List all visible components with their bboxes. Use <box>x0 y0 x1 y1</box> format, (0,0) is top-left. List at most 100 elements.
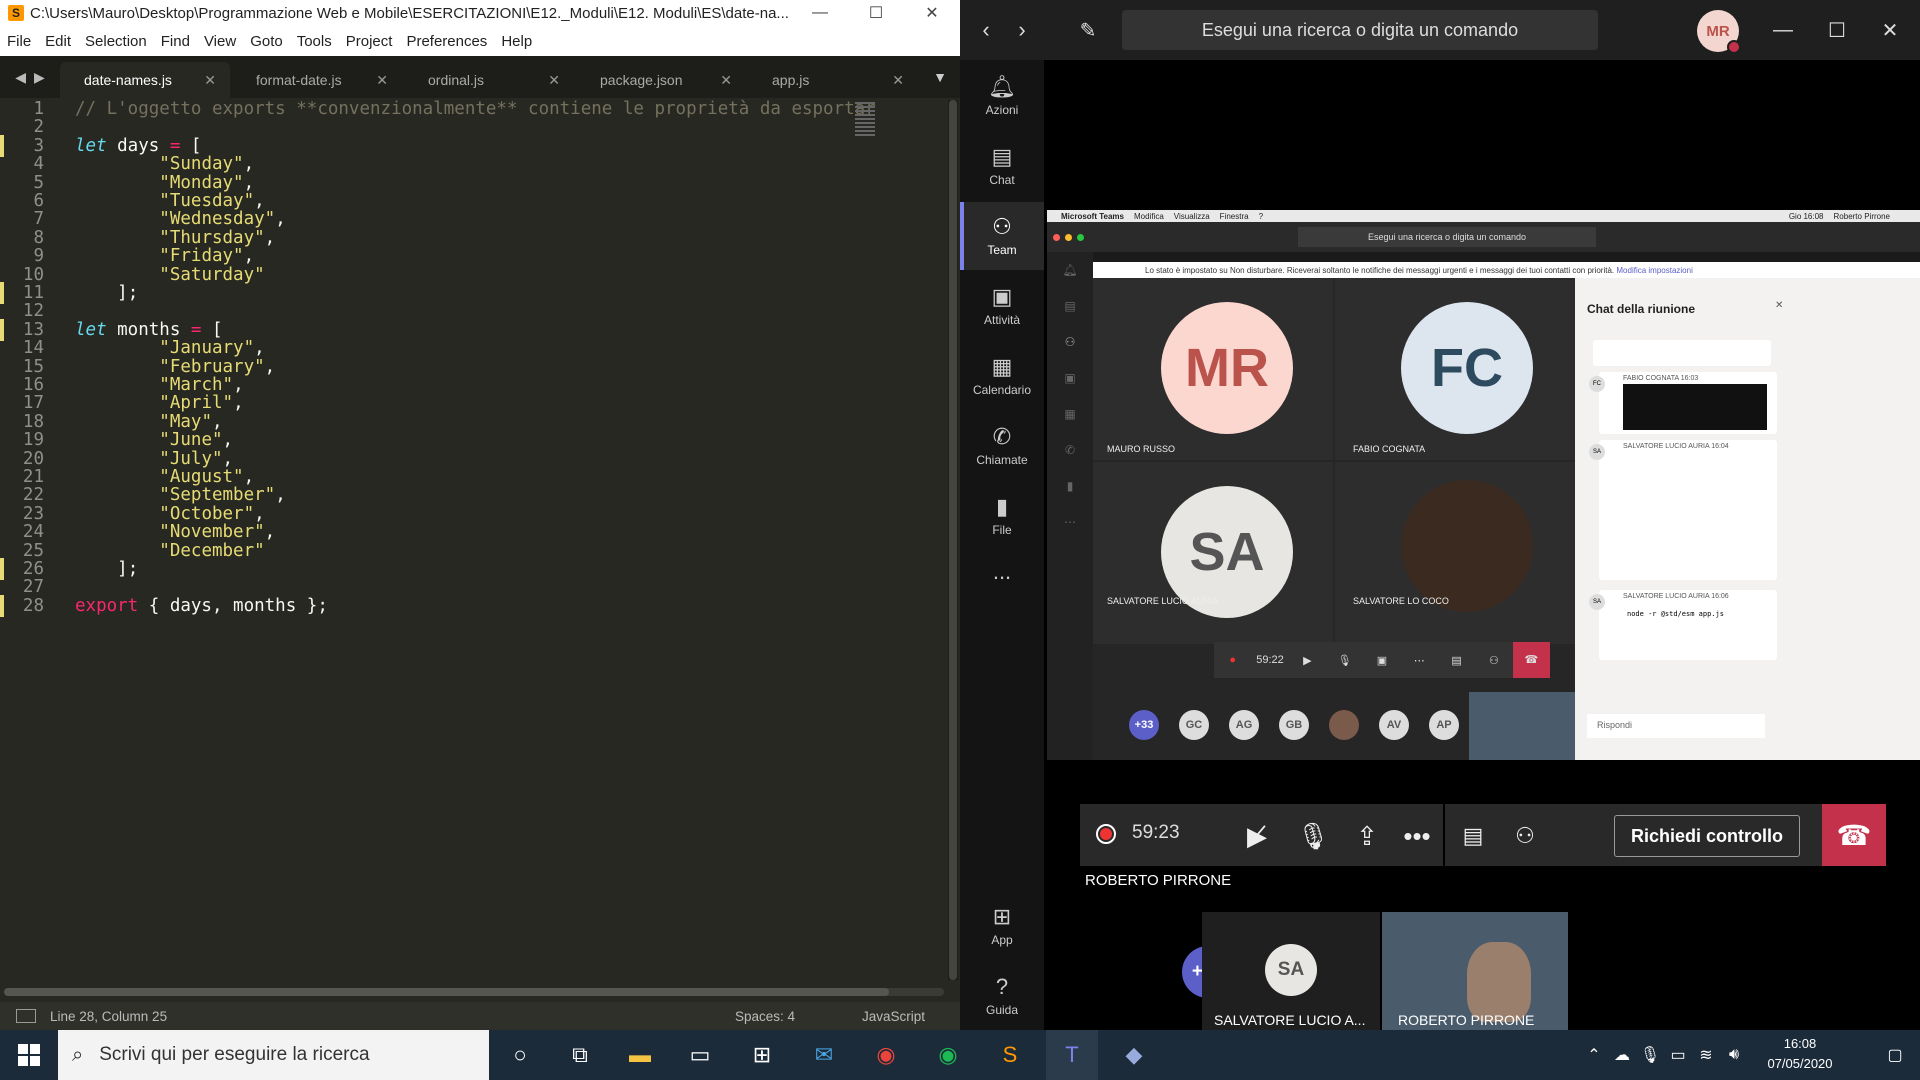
minimap[interactable] <box>855 100 875 170</box>
tab-nav[interactable]: ◀ ▶ <box>0 56 60 98</box>
mic-tray-icon[interactable]: 🎙︎ <box>1636 1045 1664 1065</box>
tab-next-icon[interactable]: ▶ <box>34 69 45 86</box>
close-button[interactable]: ✕ <box>904 0 960 26</box>
shared-screen[interactable]: Microsoft Teams Modifica Visualizza Fine… <box>1047 210 1920 760</box>
rail-calls[interactable]: ✆ Chiamate <box>960 412 1044 480</box>
vertical-scrollbar[interactable] <box>948 100 958 980</box>
teams-icon[interactable]: T <box>1046 1030 1098 1080</box>
rail-more[interactable]: ... <box>960 552 1044 592</box>
mail-icon[interactable]: ✉ <box>798 1030 850 1080</box>
participant-video-rp[interactable]: ROBERTO PIRRONE <box>1382 912 1568 1030</box>
tab-prev-icon[interactable]: ◀ <box>15 69 26 86</box>
participant-tile: SALVATORE LO COCO <box>1335 462 1575 644</box>
menu-edit[interactable]: Edit <box>38 33 78 50</box>
close-tab-icon[interactable]: ✕ <box>720 72 732 89</box>
more-actions-icon[interactable]: ••• <box>1394 816 1440 856</box>
horizontal-scrollbar[interactable] <box>4 988 944 996</box>
participant-name: MAURO RUSSO <box>1107 444 1176 454</box>
menu-help[interactable]: Help <box>494 33 539 50</box>
rail-activity[interactable]: 🔔︎ Azioni <box>960 62 1044 130</box>
sublime-icon[interactable]: S <box>984 1030 1036 1080</box>
back-icon[interactable]: ‹ <box>968 17 1004 43</box>
menu-find[interactable]: Find <box>154 33 197 50</box>
taskbar-search[interactable]: ⌕ Scrivi qui per eseguire la ricerca <box>58 1030 489 1080</box>
menu-preferences[interactable]: Preferences <box>399 33 494 50</box>
tab-ordinal[interactable]: ordinal.js ✕ <box>404 62 574 98</box>
wifi-icon[interactable]: ≋ <box>1692 1045 1720 1065</box>
rail-assignments[interactable]: ▣ Attività <box>960 272 1044 340</box>
close-tab-icon[interactable]: ✕ <box>376 72 388 89</box>
rail-label: App <box>991 933 1013 947</box>
menu-tools[interactable]: Tools <box>290 33 339 50</box>
close-tab-icon[interactable]: ✕ <box>548 72 560 89</box>
cortana-icon[interactable]: ○ <box>494 1030 546 1080</box>
file-explorer-icon[interactable]: ▬ <box>614 1030 666 1080</box>
rail-teams[interactable]: ⚇ Team <box>960 202 1044 270</box>
chat-author: FABIO COGNATA <box>1623 375 1679 382</box>
tray-overflow-icon[interactable]: ⌃ <box>1580 1045 1608 1065</box>
spotify-icon[interactable]: ◉ <box>922 1030 974 1080</box>
chat-avatar: FC <box>1589 376 1605 392</box>
menu-project[interactable]: Project <box>339 33 400 50</box>
menu-selection[interactable]: Selection <box>78 33 154 50</box>
tab-list-icon[interactable]: ▼ <box>920 56 960 98</box>
chrome-icon[interactable]: ◉ <box>860 1030 912 1080</box>
rail-label: Guida <box>985 1003 1019 1017</box>
roster-more: +33 <box>1129 710 1159 740</box>
menu-view[interactable]: View <box>197 33 243 50</box>
menu-goto[interactable]: Goto <box>243 33 290 50</box>
maximize-button[interactable]: ☐ <box>848 0 904 26</box>
chat-message: SA SALVATORE LUCIO AURIA 16:06 node -r @… <box>1589 590 1777 660</box>
store-icon[interactable]: ⊞ <box>736 1030 788 1080</box>
participant-tile-sa[interactable]: SA SALVATORE LUCIO A... <box>1202 912 1380 1030</box>
menu-file[interactable]: File <box>0 33 38 50</box>
participants-icon[interactable]: ⚇ <box>1502 816 1548 856</box>
sublime-titlebar: S C:\Users\Mauro\Desktop\Programmazione … <box>0 0 960 26</box>
user-avatar[interactable]: MR <box>1697 10 1741 54</box>
share-screen-icon[interactable]: ⇪ <box>1344 816 1390 856</box>
taskbar-clock[interactable]: 16:08 07/05/2020 <box>1760 1034 1840 1074</box>
request-control-button[interactable]: Richiedi controllo <box>1614 815 1800 857</box>
volume-icon[interactable]: 🔊︎ <box>1720 1046 1748 1064</box>
task-view-icon[interactable]: ⧉ <box>554 1030 606 1080</box>
battery-icon[interactable]: ▭ <box>1664 1045 1692 1065</box>
close-button[interactable]: ✕ <box>1865 8 1915 52</box>
new-chat-icon[interactable]: ✎ <box>1058 18 1118 43</box>
rail-files[interactable]: ▮ File <box>960 482 1044 550</box>
chat-screenshot <box>1623 384 1767 430</box>
bell-icon: 🔔︎ <box>1062 263 1078 277</box>
chat-toggle-icon[interactable]: ▤ <box>1450 816 1496 856</box>
syntax-mode[interactable]: JavaScript <box>862 1009 960 1024</box>
tab-package-json[interactable]: package.json ✕ <box>576 62 746 98</box>
notepad-icon[interactable]: ◆ <box>1108 1030 1160 1080</box>
rail-calendar[interactable]: ▦ Calendario <box>960 342 1044 410</box>
tab-app-js[interactable]: app.js ✕ <box>748 62 918 98</box>
code-editor[interactable]: 1// L'oggetto exports **convenzionalment… <box>0 98 960 988</box>
onedrive-icon[interactable]: ☁ <box>1608 1045 1636 1065</box>
scroll-thumb[interactable] <box>949 100 957 980</box>
indentation[interactable]: Spaces: 4 <box>735 1009 862 1024</box>
scroll-thumb[interactable] <box>4 988 889 996</box>
command-search-box[interactable]: Esegui una ricerca o digita un comando <box>1122 10 1598 50</box>
rail-apps[interactable]: ⊞ App <box>960 892 1044 960</box>
mic-off-icon[interactable]: 🎙︎ <box>1290 816 1336 856</box>
forward-icon[interactable]: › <box>1004 17 1040 43</box>
camera-off-icon[interactable]: ▶̸ <box>1234 816 1280 856</box>
tab-format-date[interactable]: format-date.js ✕ <box>232 62 402 98</box>
rail-chat[interactable]: ▤ Chat <box>960 132 1044 200</box>
close-tab-icon[interactable]: ✕ <box>892 72 904 89</box>
tab-date-names[interactable]: date-names.js ✕ <box>60 62 230 98</box>
minimize-button[interactable]: — <box>1758 8 1808 52</box>
hangup-button[interactable]: ☎ <box>1822 804 1886 866</box>
windows-start-icon[interactable] <box>0 1030 58 1080</box>
close-tab-icon[interactable]: ✕ <box>204 72 216 89</box>
roster-avatar: AG <box>1229 710 1259 740</box>
notifications-icon[interactable]: ▢ <box>1880 1045 1910 1065</box>
search-placeholder: Esegui una ricerca o digita un comando <box>1201 19 1519 40</box>
file-icon: ▮ <box>1066 479 1074 493</box>
minimize-button[interactable]: — <box>792 0 848 26</box>
terminal-icon[interactable]: ▭ <box>674 1030 726 1080</box>
maximize-button[interactable]: ☐ <box>1812 8 1862 52</box>
panel-toggle-icon[interactable] <box>16 1009 36 1023</box>
rail-help[interactable]: ? Guida <box>960 962 1044 1030</box>
